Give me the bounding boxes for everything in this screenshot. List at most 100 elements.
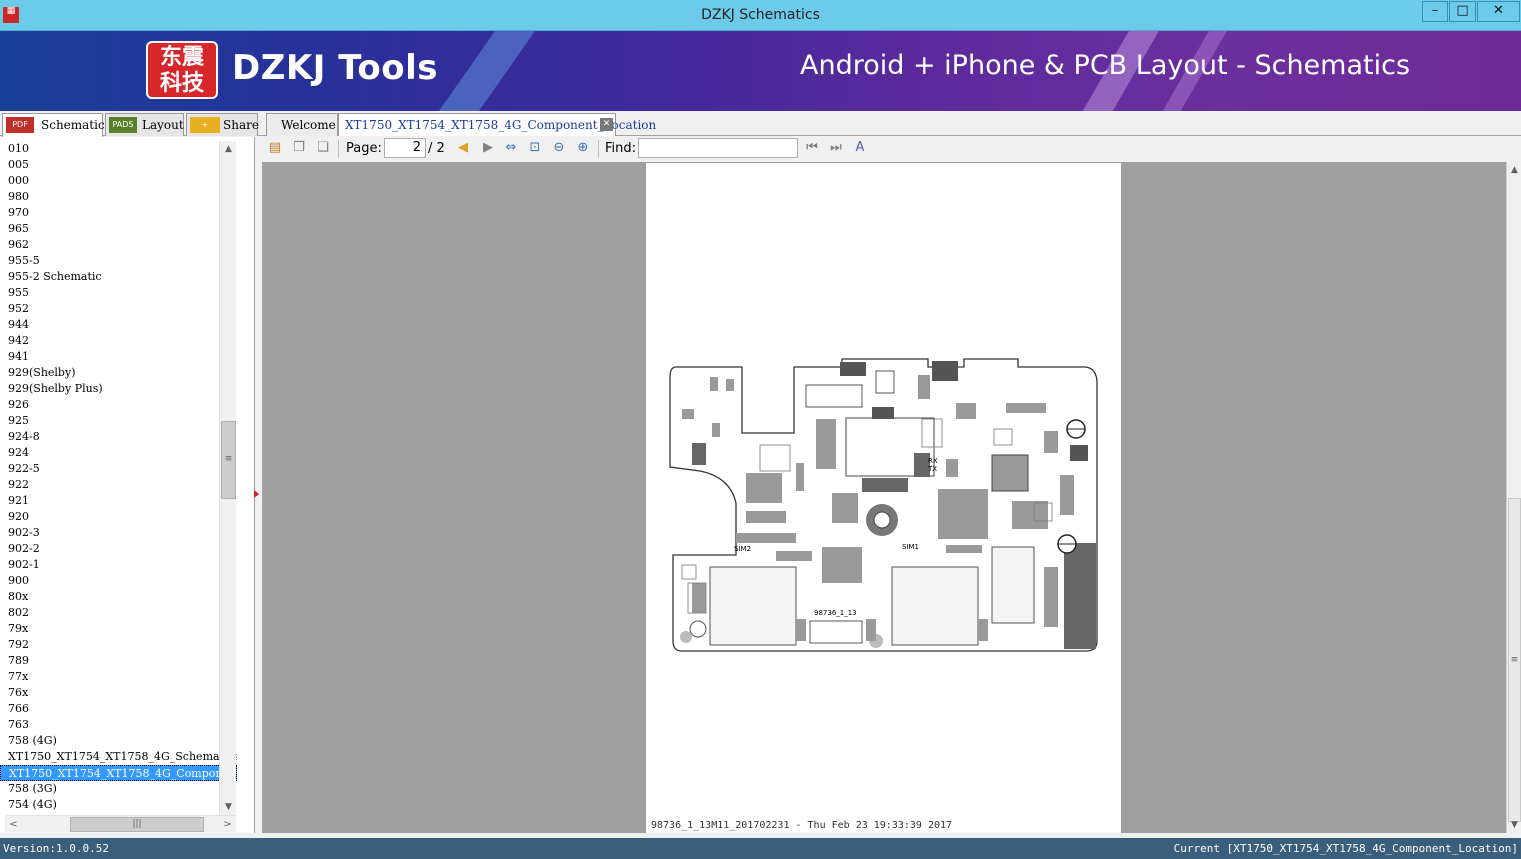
list-item[interactable]: 944 xyxy=(0,317,237,333)
list-item[interactable]: 929(Shelby) xyxy=(0,365,237,381)
list-item[interactable]: 962 xyxy=(0,237,237,253)
list-item[interactable]: 902-3 xyxy=(0,525,237,541)
list-item[interactable]: 789 xyxy=(0,653,237,669)
scroll-thumb[interactable]: ≡ xyxy=(1508,498,1521,822)
list-item[interactable]: 76x xyxy=(0,685,237,701)
list-item[interactable]: 758 (4G) xyxy=(0,733,237,749)
pdf-icon: PDF xyxy=(6,117,34,133)
page-number-input[interactable]: 2 xyxy=(384,138,426,158)
list-item[interactable]: 766 xyxy=(0,701,237,717)
previous-page-icon[interactable]: ◀ xyxy=(454,139,472,157)
open-file-icon[interactable]: ▤ xyxy=(266,139,284,157)
tab-label: Schematic xyxy=(41,118,105,132)
list-item[interactable]: 980 xyxy=(0,189,237,205)
list-item[interactable]: 925 xyxy=(0,413,237,429)
viewer-toolbar: ▤ ❐ ❏ Page: 2 / 2 ◀ ▶ ⇔ ⊡ ⊖ ⊕ Find: ⏮ ⏭ … xyxy=(262,137,1521,161)
tab-label: Layout xyxy=(142,118,184,132)
share-icon: + xyxy=(190,117,220,133)
tx-label: TX xyxy=(927,465,937,473)
list-item[interactable]: 920 xyxy=(0,509,237,525)
tab-component-location[interactable]: XT1750_XT1754_XT1758_4G_Component_Locati… xyxy=(338,113,656,136)
maximize-button[interactable]: □ xyxy=(1449,1,1476,22)
tab-bar: PDF Schematic PADS Layout + Share Welcom… xyxy=(0,111,1521,137)
list-item[interactable]: 80x xyxy=(0,589,237,605)
list-item[interactable]: 955 xyxy=(0,285,237,301)
close-tab-icon[interactable]: ✕ xyxy=(600,118,613,131)
list-item[interactable]: 754 (4G) xyxy=(0,797,237,813)
minimize-button[interactable]: – xyxy=(1422,1,1448,22)
scroll-up-icon[interactable]: ▲ xyxy=(220,141,237,158)
next-page-icon[interactable]: ▶ xyxy=(479,139,497,157)
banner-tagline: Android + iPhone & PCB Layout - Schemati… xyxy=(800,50,1411,81)
pads-icon: PADS xyxy=(109,117,137,133)
board-label: 98736_1_13 xyxy=(814,609,857,617)
scroll-up-icon[interactable]: ▲ xyxy=(1507,162,1521,178)
pages-icon[interactable]: ❏ xyxy=(314,139,332,157)
list-vertical-scrollbar[interactable]: ▲ ≡ ▼ xyxy=(219,141,236,816)
list-item[interactable]: 900 xyxy=(0,573,237,589)
list-item[interactable]: 924-8 xyxy=(0,429,237,445)
list-horizontal-scrollbar[interactable]: < ||| > xyxy=(5,815,236,832)
rx-label: RX xyxy=(928,457,938,465)
model-list[interactable]: 010 005 000 980 970 965 962 955-5 955-2 Schemati… xyxy=(0,141,237,813)
find-next-icon[interactable]: ⏭ xyxy=(827,139,845,157)
copy-icon[interactable]: ❐ xyxy=(290,139,308,157)
scroll-left-icon[interactable]: < xyxy=(5,816,22,833)
scroll-thumb[interactable]: ||| xyxy=(70,817,204,832)
tab-schematic[interactable]: PDF Schematic xyxy=(2,113,105,137)
list-item[interactable]: 929(Shelby Plus) xyxy=(0,381,237,397)
list-item[interactable]: 000 xyxy=(0,173,237,189)
brand-name: DZKJ Tools xyxy=(232,48,438,88)
scroll-down-icon[interactable]: ▼ xyxy=(1507,817,1521,833)
scroll-down-icon[interactable]: ▼ xyxy=(220,799,237,816)
list-item[interactable]: 902-2 xyxy=(0,541,237,557)
list-item[interactable]: 952 xyxy=(0,301,237,317)
page-label: Page: xyxy=(346,141,382,156)
list-item[interactable]: 802 xyxy=(0,605,237,621)
find-label: Find: xyxy=(605,141,637,156)
document-viewer[interactable]: 98736_1_13 SIM1 SIM2 RX TX 98736_1_13M11… xyxy=(262,162,1506,833)
list-item[interactable]: 79x xyxy=(0,621,237,637)
zoom-out-icon[interactable]: ⊖ xyxy=(550,139,568,157)
tab-label: Share xyxy=(223,118,259,132)
tab-label: Welcome xyxy=(281,118,336,132)
model-list-panel: 010 005 000 980 970 965 962 955-5 955-2 Schemati… xyxy=(0,137,255,833)
viewer-vertical-scrollbar[interactable]: ▲ ≡ ▼ xyxy=(1506,162,1521,833)
sim1-label: SIM1 xyxy=(902,543,919,551)
list-item[interactable]: 921 xyxy=(0,493,237,509)
list-item[interactable]: 922-5 xyxy=(0,461,237,477)
list-item[interactable]: 941 xyxy=(0,349,237,365)
list-item[interactable]: 902-1 xyxy=(0,557,237,573)
list-item[interactable]: 955-2 Schematic xyxy=(0,269,237,285)
find-input[interactable] xyxy=(638,138,798,158)
list-item[interactable]: 970 xyxy=(0,205,237,221)
highlight-text-icon[interactable]: A xyxy=(851,139,869,157)
tab-layout[interactable]: PADS Layout xyxy=(105,113,184,136)
scroll-right-icon[interactable]: > xyxy=(219,816,236,833)
list-item[interactable]: 926 xyxy=(0,397,237,413)
sim2-label: SIM2 xyxy=(734,545,751,553)
list-item[interactable]: 942 xyxy=(0,333,237,349)
header-banner: 东震 科技 DZKJ Tools Android + iPhone & PCB … xyxy=(0,31,1521,111)
list-item[interactable]: 924 xyxy=(0,445,237,461)
splitter-handle[interactable] xyxy=(254,490,259,498)
list-item[interactable]: 792 xyxy=(0,637,237,653)
list-item[interactable]: 965 xyxy=(0,221,237,237)
tab-share[interactable]: + Share xyxy=(186,113,259,136)
zoom-in-icon[interactable]: ⊕ xyxy=(574,139,592,157)
list-item[interactable]: 922 xyxy=(0,477,237,493)
list-item[interactable]: 77x xyxy=(0,669,237,685)
list-item[interactable]: 010 xyxy=(0,141,237,157)
fit-page-icon[interactable]: ⊡ xyxy=(526,139,544,157)
fit-width-icon[interactable]: ⇔ xyxy=(502,139,520,157)
tab-welcome[interactable]: Welcome xyxy=(266,113,338,136)
list-item[interactable]: XT1750_XT1754_XT1758_4G_Schematics xyxy=(0,749,237,765)
list-item[interactable]: 763 xyxy=(0,717,237,733)
list-item[interactable]: XT1750_XT1754_XT1758_4G_Component_Locati… xyxy=(0,765,237,781)
scroll-thumb[interactable]: ≡ xyxy=(221,421,236,499)
list-item[interactable]: 005 xyxy=(0,157,237,173)
close-button[interactable]: ✕ xyxy=(1477,1,1520,22)
list-item[interactable]: 955-5 xyxy=(0,253,237,269)
find-previous-icon[interactable]: ⏮ xyxy=(803,139,821,157)
list-item[interactable]: 758 (3G) xyxy=(0,781,237,797)
